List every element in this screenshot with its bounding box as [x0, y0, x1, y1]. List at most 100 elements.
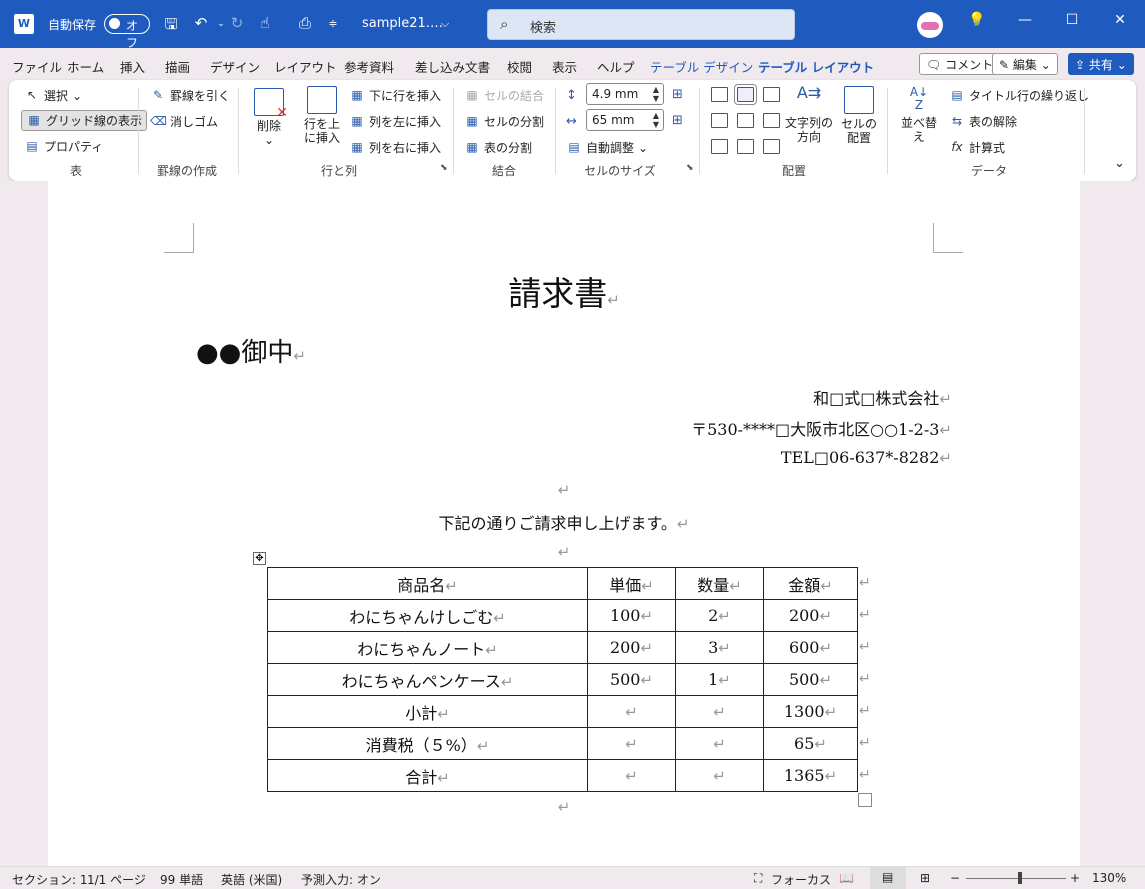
tab-home[interactable]: ホーム	[67, 57, 104, 76]
tab-view[interactable]: 表示	[552, 57, 577, 76]
tab-table-design[interactable]: テーブル デザイン	[650, 57, 753, 76]
autofit-button[interactable]: ▤ 自動調整 ⌄	[566, 139, 648, 156]
file-name-dropdown-icon[interactable]: ⌵	[434, 17, 456, 31]
maximize-icon[interactable]: ☐	[1057, 12, 1087, 28]
focus-icon[interactable]: ⛶	[754, 871, 762, 886]
file-name[interactable]: sample21.…	[362, 16, 443, 31]
align-bottom-right-icon[interactable]	[763, 139, 780, 154]
table-row[interactable]: 消費税（５%）↵ ↵ ↵ 65↵	[267, 727, 858, 760]
table-row[interactable]: 合計↵ ↵ ↵ 1365↵	[267, 759, 858, 792]
search-box[interactable]: ⌕ 検索	[487, 9, 795, 40]
merge-cells-button[interactable]: ▦ セルの結合	[464, 87, 544, 104]
properties-button[interactable]: ▤ プロパティ	[24, 138, 103, 155]
table-cell[interactable]: 商品名↵	[267, 567, 588, 600]
convert-to-text-button[interactable]: ⇆ 表の解除	[949, 113, 1017, 130]
collapse-ribbon-icon[interactable]: ⌄	[1114, 156, 1125, 171]
comment-button[interactable]: 🗨 コメント	[919, 53, 1001, 75]
align-top-right-icon[interactable]	[763, 87, 780, 102]
align-bottom-left-icon[interactable]	[711, 139, 728, 154]
tab-review[interactable]: 校閲	[507, 57, 532, 76]
text-direction-button[interactable]: A⇉ 文字列の 方向	[784, 85, 834, 145]
autosave-toggle[interactable]: オフ	[104, 14, 150, 50]
insert-below-button[interactable]: ▦ 下に行を挿入	[349, 87, 441, 104]
table-header-row[interactable]: 商品名↵ 単価↵ 数量↵ 金額↵	[267, 567, 858, 600]
table-cell[interactable]: 200↵	[763, 599, 858, 632]
table-cell[interactable]: 金額↵	[763, 567, 858, 600]
table-cell[interactable]: わにちゃんけしごむ↵	[267, 599, 588, 632]
tab-draw[interactable]: 描画	[165, 57, 190, 76]
table-cell[interactable]: ↵	[587, 695, 676, 728]
section-indicator[interactable]: セクション: 1	[12, 871, 88, 888]
table-cell[interactable]: ↵	[675, 727, 764, 760]
table-cell[interactable]: 1↵	[675, 663, 764, 696]
split-cells-button[interactable]: ▦ セルの分割	[464, 113, 544, 130]
distribute-columns-icon[interactable]: ⊞	[672, 113, 683, 128]
zoom-in-icon[interactable]: +	[1070, 871, 1080, 885]
touch-mode-icon[interactable]: ☝	[254, 14, 276, 32]
select-button[interactable]: ↖ 選択 ⌄	[24, 87, 82, 104]
tab-mailings[interactable]: 差し込み文書	[415, 57, 490, 76]
tab-table-layout[interactable]: テーブル レイアウト	[758, 57, 875, 83]
gridlines-button[interactable]: ▦ グリッド線の表示	[21, 110, 148, 131]
zoom-level[interactable]: 130%	[1092, 871, 1126, 885]
table-cell[interactable]: 600↵	[763, 631, 858, 664]
page-indicator[interactable]: 1/1 ページ	[87, 871, 146, 888]
language-indicator[interactable]: 英語 (米国)	[221, 871, 282, 888]
align-top-center-icon[interactable]	[734, 84, 757, 105]
table-cell[interactable]: 500↵	[763, 663, 858, 696]
table-row[interactable]: わにちゃんノート↵ 200↵ 3↵ 600↵	[267, 631, 858, 664]
table-cell[interactable]: わにちゃんノート↵	[267, 631, 588, 664]
invoice-table[interactable]: 商品名↵ 単価↵ 数量↵ 金額↵ わにちゃんけしごむ↵ 100↵ 2↵ 200↵ わにちゃんノー…	[267, 567, 858, 792]
share-button[interactable]: ⇪ 共有 ⌄	[1068, 53, 1134, 75]
sort-button[interactable]: A↓ Z 並べ替え	[896, 86, 942, 145]
minimize-icon[interactable]: —	[1010, 12, 1040, 28]
table-cell[interactable]: 2↵	[675, 599, 764, 632]
save-icon[interactable]: 🖫	[160, 14, 182, 39]
table-cell[interactable]: 合計↵	[267, 759, 588, 792]
undo-icon[interactable]: ↶	[190, 14, 212, 32]
print-layout-icon[interactable]: ▤	[870, 867, 906, 889]
insert-right-button[interactable]: ▦ 列を右に挿入	[349, 139, 441, 156]
cell-margins-button[interactable]: セルの 配置	[839, 86, 879, 145]
avatar[interactable]	[917, 12, 943, 38]
table-move-handle-icon[interactable]: ✥	[253, 552, 266, 565]
close-icon[interactable]: ✕	[1105, 12, 1135, 28]
customize-toolbar-icon[interactable]: ≑	[322, 17, 344, 30]
dialog-launcher-icon[interactable]: ⬊	[686, 163, 694, 173]
lightbulb-icon[interactable]: 💡	[962, 12, 992, 28]
table-cell[interactable]: 3↵	[675, 631, 764, 664]
tab-references[interactable]: 参考資料	[344, 57, 394, 76]
edit-mode-button[interactable]: ✎ 編集 ⌄	[992, 53, 1058, 75]
table-cell[interactable]: わにちゃんペンケース↵	[267, 663, 588, 696]
align-middle-right-icon[interactable]	[763, 113, 780, 128]
delete-button[interactable]: ✕ 削除 ⌄	[251, 88, 288, 147]
align-middle-left-icon[interactable]	[711, 113, 728, 128]
tab-help[interactable]: ヘルプ	[597, 57, 635, 76]
tab-file[interactable]: ファイル	[12, 57, 62, 76]
insert-above-button[interactable]: 行を上 に挿入	[302, 86, 342, 145]
table-cell[interactable]: 200↵	[587, 631, 676, 664]
table-cell[interactable]: ↵	[587, 759, 676, 792]
row-height-input[interactable]: 4.9 mm ▲ ▼	[586, 83, 664, 105]
web-layout-icon[interactable]: ⊞	[920, 871, 930, 885]
table-cell[interactable]: 500↵	[587, 663, 676, 696]
table-cell[interactable]: ↵	[675, 695, 764, 728]
align-middle-center-icon[interactable]	[737, 113, 754, 128]
repeat-header-button[interactable]: ▤ タイトル行の繰り返し	[949, 87, 1089, 104]
quick-access-icon[interactable]: ⎙	[294, 14, 316, 32]
distribute-rows-icon[interactable]: ⊞	[672, 87, 683, 102]
table-cell[interactable]: 1300↵	[763, 695, 858, 728]
table-cell[interactable]: 消費税（５%）↵	[267, 727, 588, 760]
zoom-slider-knob[interactable]	[1018, 872, 1022, 884]
tab-design[interactable]: デザイン	[210, 57, 260, 76]
table-cell[interactable]: 1365↵	[763, 759, 858, 792]
tab-insert[interactable]: 挿入	[120, 57, 145, 76]
table-row[interactable]: わにちゃんけしごむ↵ 100↵ 2↵ 200↵	[267, 599, 858, 632]
zoom-slider[interactable]	[966, 872, 1066, 884]
zoom-out-icon[interactable]: −	[950, 871, 960, 885]
formula-button[interactable]: fx 計算式	[949, 139, 1005, 156]
table-row[interactable]: わにちゃんペンケース↵ 500↵ 1↵ 500↵	[267, 663, 858, 696]
predictive-input-status[interactable]: 予測入力: オン	[301, 871, 381, 888]
dialog-launcher-icon[interactable]: ⬊	[440, 163, 448, 173]
table-cell[interactable]: 数量↵	[675, 567, 764, 600]
